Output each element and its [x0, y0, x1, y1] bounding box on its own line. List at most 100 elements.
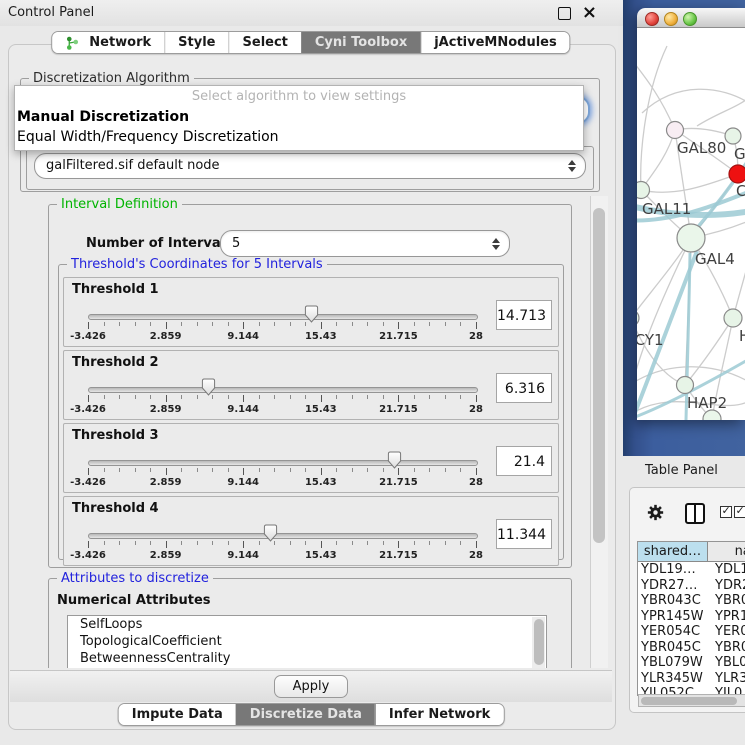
zoom-traffic-light-icon[interactable]	[683, 12, 697, 26]
tick-mark	[243, 322, 244, 329]
slider-track[interactable]	[88, 460, 478, 466]
tick-mark	[228, 322, 229, 326]
tab-jactivemnodules[interactable]: jActiveMNodules	[420, 32, 570, 53]
algorithm-option-equal-width[interactable]: Equal Width/Frequency Discretization	[15, 127, 583, 147]
tab-style[interactable]: Style	[164, 32, 228, 53]
tab-select[interactable]: Select	[229, 32, 301, 53]
gear-icon[interactable]	[647, 504, 664, 521]
tick-mark	[352, 395, 353, 399]
tick-mark	[445, 541, 446, 545]
network-graph: GAL80GACGAL11GAL4GCY1HHAP2	[637, 28, 745, 420]
attributes-group: Attributes to discretize Numerical Attri…	[48, 578, 572, 668]
network-edge	[733, 253, 745, 318]
tab-cyni-toolbox[interactable]: Cyni Toolbox	[301, 32, 420, 53]
num-intervals-combobox[interactable]: 5	[220, 230, 510, 257]
network-node-hap2[interactable]	[677, 377, 694, 394]
table-row[interactable]: YDL19…YDL1	[638, 562, 745, 578]
attribute-item[interactable]: SelfLoops	[68, 616, 546, 633]
slider-thumb[interactable]	[304, 305, 319, 327]
tick-mark	[321, 541, 322, 548]
axis-tick-label: 2.859	[150, 550, 182, 561]
bottom-tab-infer-network[interactable]: Infer Network	[375, 704, 503, 725]
axis-labels: -3.4262.8599.14415.4321.71528	[88, 550, 476, 562]
network-node-gal4[interactable]	[677, 224, 705, 252]
slider-track[interactable]	[88, 387, 478, 393]
tick-mark	[336, 468, 337, 472]
tick-mark	[476, 322, 477, 329]
list-scrollbar-thumb[interactable]	[534, 619, 544, 665]
table-row[interactable]: YBR045CYBR0	[638, 640, 745, 656]
axis-tick-label: 2.859	[150, 331, 182, 342]
algorithm-option-manual[interactable]: Manual Discretization	[15, 107, 583, 127]
network-node-h[interactable]	[724, 309, 742, 327]
apply-button[interactable]: Apply	[274, 675, 348, 698]
attribute-item[interactable]: TopologicalCoefficient	[68, 633, 546, 650]
columns-icon[interactable]	[685, 503, 705, 524]
tick-mark	[88, 322, 89, 329]
close-icon[interactable]: ×	[582, 0, 597, 26]
column-header[interactable]: name	[708, 542, 745, 562]
threshold-value-field[interactable]: 11.344	[496, 519, 552, 549]
list-scrollbar[interactable]	[532, 617, 545, 668]
table-row[interactable]: YBR043CYBR0	[638, 593, 745, 609]
panel-scrollbar-thumb[interactable]	[593, 208, 605, 543]
column-header[interactable]: shared…	[638, 542, 708, 562]
tick-mark	[212, 322, 213, 326]
float-icon[interactable]	[558, 7, 571, 20]
checkbox-icon[interactable]	[734, 506, 745, 518]
panel-scrollbar[interactable]	[590, 196, 608, 668]
network-edge	[641, 46, 667, 190]
network-canvas[interactable]: GAL80GACGAL11GAL4GCY1HHAP2	[637, 28, 745, 420]
table-hscrollbar-thumb[interactable]	[641, 697, 737, 705]
threshold-value-field[interactable]: 14.713	[496, 300, 552, 330]
tick-mark	[259, 395, 260, 399]
network-window-titlebar[interactable]	[637, 8, 745, 28]
tick-mark	[460, 322, 461, 326]
network-node-gcy1[interactable]	[637, 310, 639, 326]
table-hscrollbar[interactable]	[638, 694, 745, 707]
tick-mark	[212, 541, 213, 545]
bottom-tab-discretize-data[interactable]: Discretize Data	[236, 704, 375, 725]
tick-mark	[336, 395, 337, 399]
tab-label: Network	[89, 35, 151, 50]
slider-track[interactable]	[88, 533, 478, 539]
network-node-ga[interactable]	[725, 128, 741, 144]
tab-network[interactable]: Network	[52, 32, 164, 53]
table-row[interactable]: YDR27…YDR2	[638, 578, 745, 594]
tick-mark	[119, 541, 120, 545]
table-row[interactable]: YBL079WYBL0	[638, 655, 745, 671]
thresholds-group-title: Threshold's Coordinates for 5 Intervals	[67, 257, 327, 272]
slider-track[interactable]	[88, 314, 478, 320]
apply-bar: Apply	[10, 670, 612, 702]
table-row[interactable]: YPR145WYPR1	[638, 609, 745, 625]
network-node-c[interactable]	[729, 165, 745, 183]
close-traffic-light-icon[interactable]	[645, 12, 659, 26]
table-row[interactable]: YER054CYER0	[638, 624, 745, 640]
table-data-combobox[interactable]: galFiltered.sif default node	[34, 153, 586, 179]
slider-thumb[interactable]	[201, 378, 216, 400]
bottom-tab-impute-data[interactable]: Impute Data	[119, 704, 236, 725]
network-node-label: GCY1	[637, 331, 664, 349]
table-cell: YBR0	[712, 640, 745, 656]
network-edge	[637, 56, 675, 130]
network-window: GAL80GACGAL11GAL4GCY1HHAP2	[637, 8, 745, 420]
checkbox-icon[interactable]	[720, 506, 732, 518]
tick-mark	[305, 541, 306, 545]
threshold-value-field[interactable]: 21.4	[496, 446, 552, 476]
slider-thumb[interactable]	[263, 524, 278, 546]
network-node-gal11[interactable]	[637, 182, 650, 199]
axis-tick-label: -3.426	[70, 331, 106, 342]
table-row[interactable]: YLR345WYLR3	[638, 671, 745, 687]
tab-label: Infer Network	[389, 707, 490, 722]
axis-tick-label: 15.43	[305, 331, 337, 342]
numerical-attributes-list[interactable]: SelfLoopsTopologicalCoefficientBetweenne…	[67, 615, 547, 668]
slider-thumb[interactable]	[387, 451, 402, 473]
axis-tick-label: 2.859	[150, 404, 182, 415]
tab-label: Style	[178, 35, 215, 50]
minimize-traffic-light-icon[interactable]	[664, 12, 678, 26]
attribute-item[interactable]: BetweennessCentrality	[68, 650, 546, 667]
network-node-gal80[interactable]	[667, 122, 684, 139]
table-panel-title: Table Panel	[645, 456, 718, 486]
threshold-value-field[interactable]: 6.316	[496, 373, 552, 403]
tick-mark	[197, 468, 198, 472]
